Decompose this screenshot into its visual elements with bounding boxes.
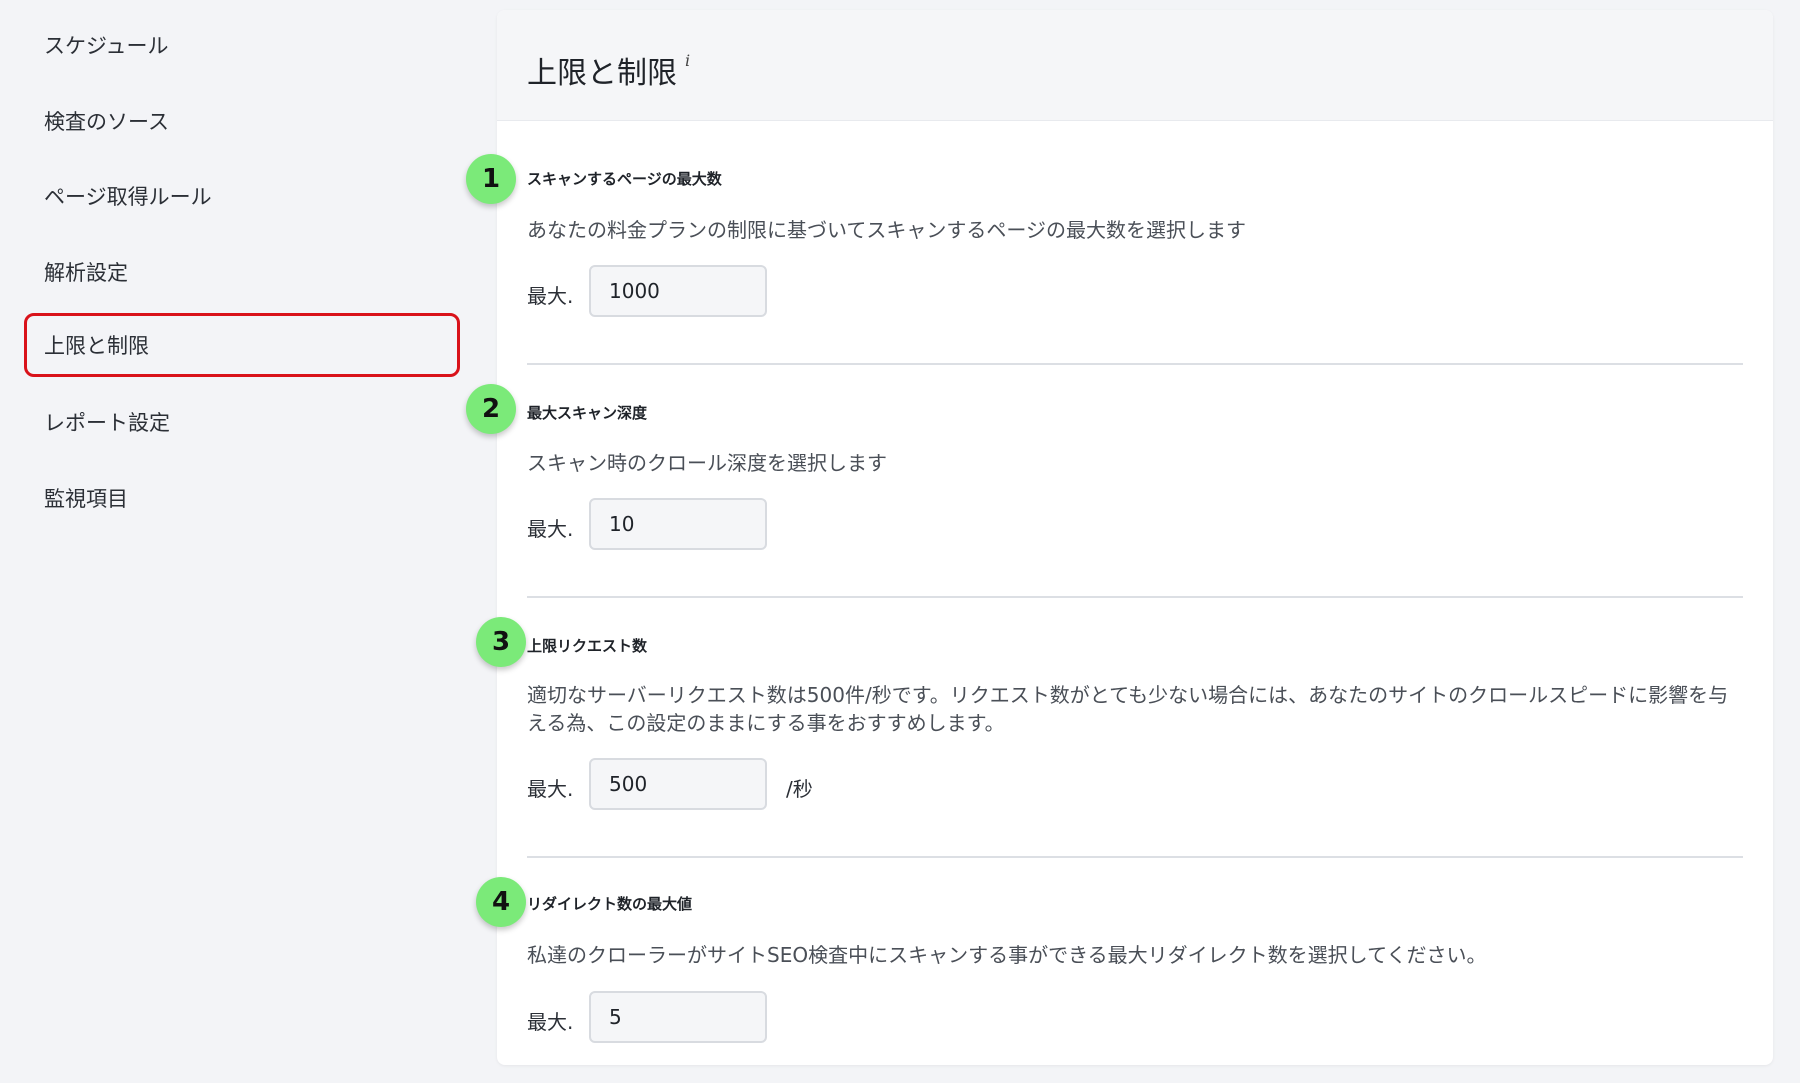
sidebar-item-monitoring[interactable]: 監視項目 bbox=[24, 466, 460, 530]
section-title: 上限リクエスト数 bbox=[527, 637, 648, 655]
max-redirects-input[interactable] bbox=[589, 991, 767, 1043]
info-icon[interactable]: i bbox=[685, 51, 690, 70]
step-badge: 3 bbox=[476, 617, 526, 667]
step-badge: 1 bbox=[466, 154, 516, 204]
max-label: 最大. bbox=[527, 517, 574, 541]
max-depth-input[interactable] bbox=[589, 498, 767, 550]
section-divider bbox=[527, 596, 1743, 598]
section-description: 私達のクローラーがサイトSEO検査中にスキャンする事ができる最大リダイレクト数を… bbox=[527, 943, 1487, 967]
max-label: 最大. bbox=[527, 777, 574, 801]
sidebar-item-schedule[interactable]: スケジュール bbox=[24, 13, 460, 77]
settings-sidebar: スケジュール 検査のソース ページ取得ルール 解析設定 上限と制限 レポート設定… bbox=[0, 0, 480, 1083]
per-second-unit: /秒 bbox=[786, 777, 813, 801]
section-title: 最大スキャン深度 bbox=[527, 404, 648, 422]
sidebar-item-report-settings[interactable]: レポート設定 bbox=[24, 390, 460, 454]
page-title: 上限と制限 bbox=[527, 56, 677, 91]
max-label: 最大. bbox=[527, 284, 574, 308]
section-divider bbox=[527, 856, 1743, 858]
section-description: 適切なサーバーリクエスト数は500件/秒です。リクエスト数がとても少ない場合には… bbox=[527, 683, 1729, 735]
sidebar-item-page-fetch-rules[interactable]: ページ取得ルール bbox=[24, 164, 460, 228]
section-description: あなたの料金プランの制限に基づいてスキャンするページの最大数を選択します bbox=[527, 218, 1246, 242]
limits-panel: 上限と制限 i 1 スキャンするページの最大数 あなたの料金プランの制限に基づい… bbox=[466, 10, 1773, 1065]
max-pages-input[interactable] bbox=[589, 265, 767, 317]
step-badge: 2 bbox=[466, 384, 516, 434]
panel-header: 上限と制限 i bbox=[497, 10, 1773, 121]
section-description: スキャン時のクロール深度を選択します bbox=[527, 451, 887, 475]
max-label: 最大. bbox=[527, 1010, 574, 1034]
sidebar-item-audit-source[interactable]: 検査のソース bbox=[24, 89, 460, 153]
sidebar-item-analysis-settings[interactable]: 解析設定 bbox=[24, 240, 460, 304]
max-requests-input[interactable] bbox=[589, 758, 767, 810]
step-badge: 4 bbox=[476, 877, 526, 927]
sidebar-item-limits[interactable]: 上限と制限 bbox=[24, 313, 460, 377]
section-title: リダイレクト数の最大値 bbox=[527, 895, 693, 913]
section-title: スキャンするページの最大数 bbox=[527, 170, 722, 188]
section-divider bbox=[527, 363, 1743, 365]
